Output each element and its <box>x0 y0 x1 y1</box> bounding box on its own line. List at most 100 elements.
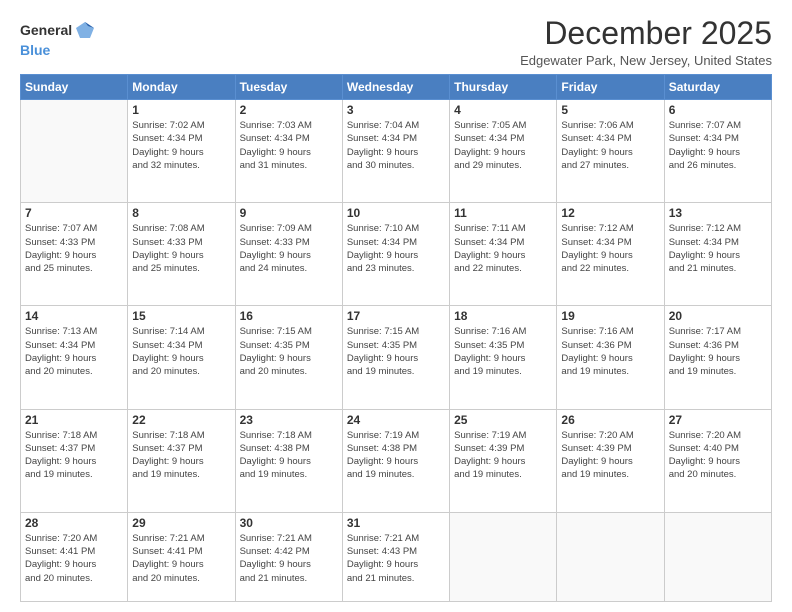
cell-info-text: Sunrise: 7:07 AM Sunset: 4:33 PM Dayligh… <box>25 222 123 275</box>
day-number: 7 <box>25 206 123 220</box>
calendar-cell: 12 Sunrise: 7:12 AM Sunset: 4:34 PM Dayli… <box>557 203 664 306</box>
day-number: 30 <box>240 516 338 530</box>
day-number: 20 <box>669 309 767 323</box>
day-number: 17 <box>347 309 445 323</box>
cell-info-text: Sunrise: 7:15 AM Sunset: 4:35 PM Dayligh… <box>347 325 445 378</box>
calendar-cell: 5 Sunrise: 7:06 AM Sunset: 4:34 PM Daylig… <box>557 100 664 203</box>
day-number: 11 <box>454 206 552 220</box>
day-number: 26 <box>561 413 659 427</box>
day-number: 31 <box>347 516 445 530</box>
cell-info-text: Sunrise: 7:12 AM Sunset: 4:34 PM Dayligh… <box>561 222 659 275</box>
cell-info-text: Sunrise: 7:17 AM Sunset: 4:36 PM Dayligh… <box>669 325 767 378</box>
logo-flag-icon <box>74 20 96 42</box>
day-number: 28 <box>25 516 123 530</box>
cell-info-text: Sunrise: 7:19 AM Sunset: 4:38 PM Dayligh… <box>347 429 445 482</box>
cell-info-text: Sunrise: 7:21 AM Sunset: 4:43 PM Dayligh… <box>347 532 445 585</box>
day-number: 2 <box>240 103 338 117</box>
cell-info-text: Sunrise: 7:16 AM Sunset: 4:35 PM Dayligh… <box>454 325 552 378</box>
day-number: 27 <box>669 413 767 427</box>
day-number: 5 <box>561 103 659 117</box>
calendar-cell: 30 Sunrise: 7:21 AM Sunset: 4:42 PM Dayli… <box>235 512 342 601</box>
day-number: 6 <box>669 103 767 117</box>
calendar-cell: 17 Sunrise: 7:15 AM Sunset: 4:35 PM Dayli… <box>342 306 449 409</box>
cell-info-text: Sunrise: 7:09 AM Sunset: 4:33 PM Dayligh… <box>240 222 338 275</box>
cell-info-text: Sunrise: 7:13 AM Sunset: 4:34 PM Dayligh… <box>25 325 123 378</box>
cell-info-text: Sunrise: 7:18 AM Sunset: 4:37 PM Dayligh… <box>25 429 123 482</box>
calendar-week-row: 7 Sunrise: 7:07 AM Sunset: 4:33 PM Daylig… <box>21 203 772 306</box>
calendar-week-row: 21Sunrise: 7:18 AM Sunset: 4:37 PM Dayli… <box>21 409 772 512</box>
day-number: 16 <box>240 309 338 323</box>
calendar-cell: 13Sunrise: 7:12 AM Sunset: 4:34 PM Dayli… <box>664 203 771 306</box>
calendar-cell <box>557 512 664 601</box>
cell-info-text: Sunrise: 7:20 AM Sunset: 4:39 PM Dayligh… <box>561 429 659 482</box>
cell-info-text: Sunrise: 7:21 AM Sunset: 4:42 PM Dayligh… <box>240 532 338 585</box>
calendar-cell: 3 Sunrise: 7:04 AM Sunset: 4:34 PM Daylig… <box>342 100 449 203</box>
day-of-week-header: Thursday <box>450 75 557 100</box>
day-number: 9 <box>240 206 338 220</box>
calendar-cell: 9 Sunrise: 7:09 AM Sunset: 4:33 PM Daylig… <box>235 203 342 306</box>
cell-info-text: Sunrise: 7:14 AM Sunset: 4:34 PM Dayligh… <box>132 325 230 378</box>
calendar-cell: 6 Sunrise: 7:07 AM Sunset: 4:34 PM Daylig… <box>664 100 771 203</box>
logo-general-text: General <box>20 23 72 38</box>
day-number: 29 <box>132 516 230 530</box>
cell-info-text: Sunrise: 7:18 AM Sunset: 4:37 PM Dayligh… <box>132 429 230 482</box>
calendar-table: SundayMondayTuesdayWednesdayThursdayFrid… <box>20 74 772 602</box>
calendar-cell: 8Sunrise: 7:08 AM Sunset: 4:33 PM Daylig… <box>128 203 235 306</box>
day-number: 12 <box>561 206 659 220</box>
day-of-week-header: Sunday <box>21 75 128 100</box>
cell-info-text: Sunrise: 7:15 AM Sunset: 4:35 PM Dayligh… <box>240 325 338 378</box>
logo: General Blue <box>20 20 96 60</box>
calendar-cell <box>450 512 557 601</box>
cell-info-text: Sunrise: 7:11 AM Sunset: 4:34 PM Dayligh… <box>454 222 552 275</box>
location-text: Edgewater Park, New Jersey, United State… <box>520 53 772 68</box>
calendar-cell <box>664 512 771 601</box>
calendar-cell: 28Sunrise: 7:20 AM Sunset: 4:41 PM Dayli… <box>21 512 128 601</box>
calendar-cell: 21Sunrise: 7:18 AM Sunset: 4:37 PM Dayli… <box>21 409 128 512</box>
header: General Blue December 2025 Edgewater Par… <box>20 16 772 68</box>
cell-info-text: Sunrise: 7:05 AM Sunset: 4:34 PM Dayligh… <box>454 119 552 172</box>
cell-info-text: Sunrise: 7:16 AM Sunset: 4:36 PM Dayligh… <box>561 325 659 378</box>
cell-info-text: Sunrise: 7:18 AM Sunset: 4:38 PM Dayligh… <box>240 429 338 482</box>
cell-info-text: Sunrise: 7:20 AM Sunset: 4:40 PM Dayligh… <box>669 429 767 482</box>
calendar-cell: 23Sunrise: 7:18 AM Sunset: 4:38 PM Dayli… <box>235 409 342 512</box>
cell-info-text: Sunrise: 7:10 AM Sunset: 4:34 PM Dayligh… <box>347 222 445 275</box>
page: General Blue December 2025 Edgewater Par… <box>0 0 792 612</box>
day-number: 14 <box>25 309 123 323</box>
calendar-cell: 7 Sunrise: 7:07 AM Sunset: 4:33 PM Daylig… <box>21 203 128 306</box>
calendar-cell: 29Sunrise: 7:21 AM Sunset: 4:41 PM Dayli… <box>128 512 235 601</box>
day-of-week-header: Monday <box>128 75 235 100</box>
cell-info-text: Sunrise: 7:06 AM Sunset: 4:34 PM Dayligh… <box>561 119 659 172</box>
calendar-week-row: 1 Sunrise: 7:02 AM Sunset: 4:34 PM Daylig… <box>21 100 772 203</box>
calendar-header-row: SundayMondayTuesdayWednesdayThursdayFrid… <box>21 75 772 100</box>
calendar-cell: 2 Sunrise: 7:03 AM Sunset: 4:34 PM Daylig… <box>235 100 342 203</box>
calendar-week-row: 28Sunrise: 7:20 AM Sunset: 4:41 PM Dayli… <box>21 512 772 601</box>
month-title: December 2025 <box>520 16 772 51</box>
cell-info-text: Sunrise: 7:12 AM Sunset: 4:34 PM Dayligh… <box>669 222 767 275</box>
calendar-cell: 31 Sunrise: 7:21 AM Sunset: 4:43 PM Dayli… <box>342 512 449 601</box>
cell-info-text: Sunrise: 7:04 AM Sunset: 4:34 PM Dayligh… <box>347 119 445 172</box>
day-number: 1 <box>132 103 230 117</box>
day-number: 8 <box>132 206 230 220</box>
calendar-cell: 20 Sunrise: 7:17 AM Sunset: 4:36 PM Dayli… <box>664 306 771 409</box>
cell-info-text: Sunrise: 7:02 AM Sunset: 4:34 PM Dayligh… <box>132 119 230 172</box>
calendar-cell: 10Sunrise: 7:10 AM Sunset: 4:34 PM Dayli… <box>342 203 449 306</box>
calendar-cell: 11 Sunrise: 7:11 AM Sunset: 4:34 PM Dayli… <box>450 203 557 306</box>
calendar-cell <box>21 100 128 203</box>
calendar-week-row: 14 Sunrise: 7:13 AM Sunset: 4:34 PM Dayli… <box>21 306 772 409</box>
day-of-week-header: Tuesday <box>235 75 342 100</box>
calendar-cell: 4 Sunrise: 7:05 AM Sunset: 4:34 PM Daylig… <box>450 100 557 203</box>
day-number: 4 <box>454 103 552 117</box>
calendar-cell: 14 Sunrise: 7:13 AM Sunset: 4:34 PM Dayli… <box>21 306 128 409</box>
calendar-cell: 24 Sunrise: 7:19 AM Sunset: 4:38 PM Dayli… <box>342 409 449 512</box>
calendar-cell: 16 Sunrise: 7:15 AM Sunset: 4:35 PM Dayli… <box>235 306 342 409</box>
calendar-cell: 19Sunrise: 7:16 AM Sunset: 4:36 PM Dayli… <box>557 306 664 409</box>
cell-info-text: Sunrise: 7:03 AM Sunset: 4:34 PM Dayligh… <box>240 119 338 172</box>
cell-info-text: Sunrise: 7:07 AM Sunset: 4:34 PM Dayligh… <box>669 119 767 172</box>
day-number: 24 <box>347 413 445 427</box>
calendar-cell: 25Sunrise: 7:19 AM Sunset: 4:39 PM Dayli… <box>450 409 557 512</box>
day-number: 18 <box>454 309 552 323</box>
day-of-week-header: Saturday <box>664 75 771 100</box>
day-of-week-header: Wednesday <box>342 75 449 100</box>
day-number: 3 <box>347 103 445 117</box>
day-number: 15 <box>132 309 230 323</box>
